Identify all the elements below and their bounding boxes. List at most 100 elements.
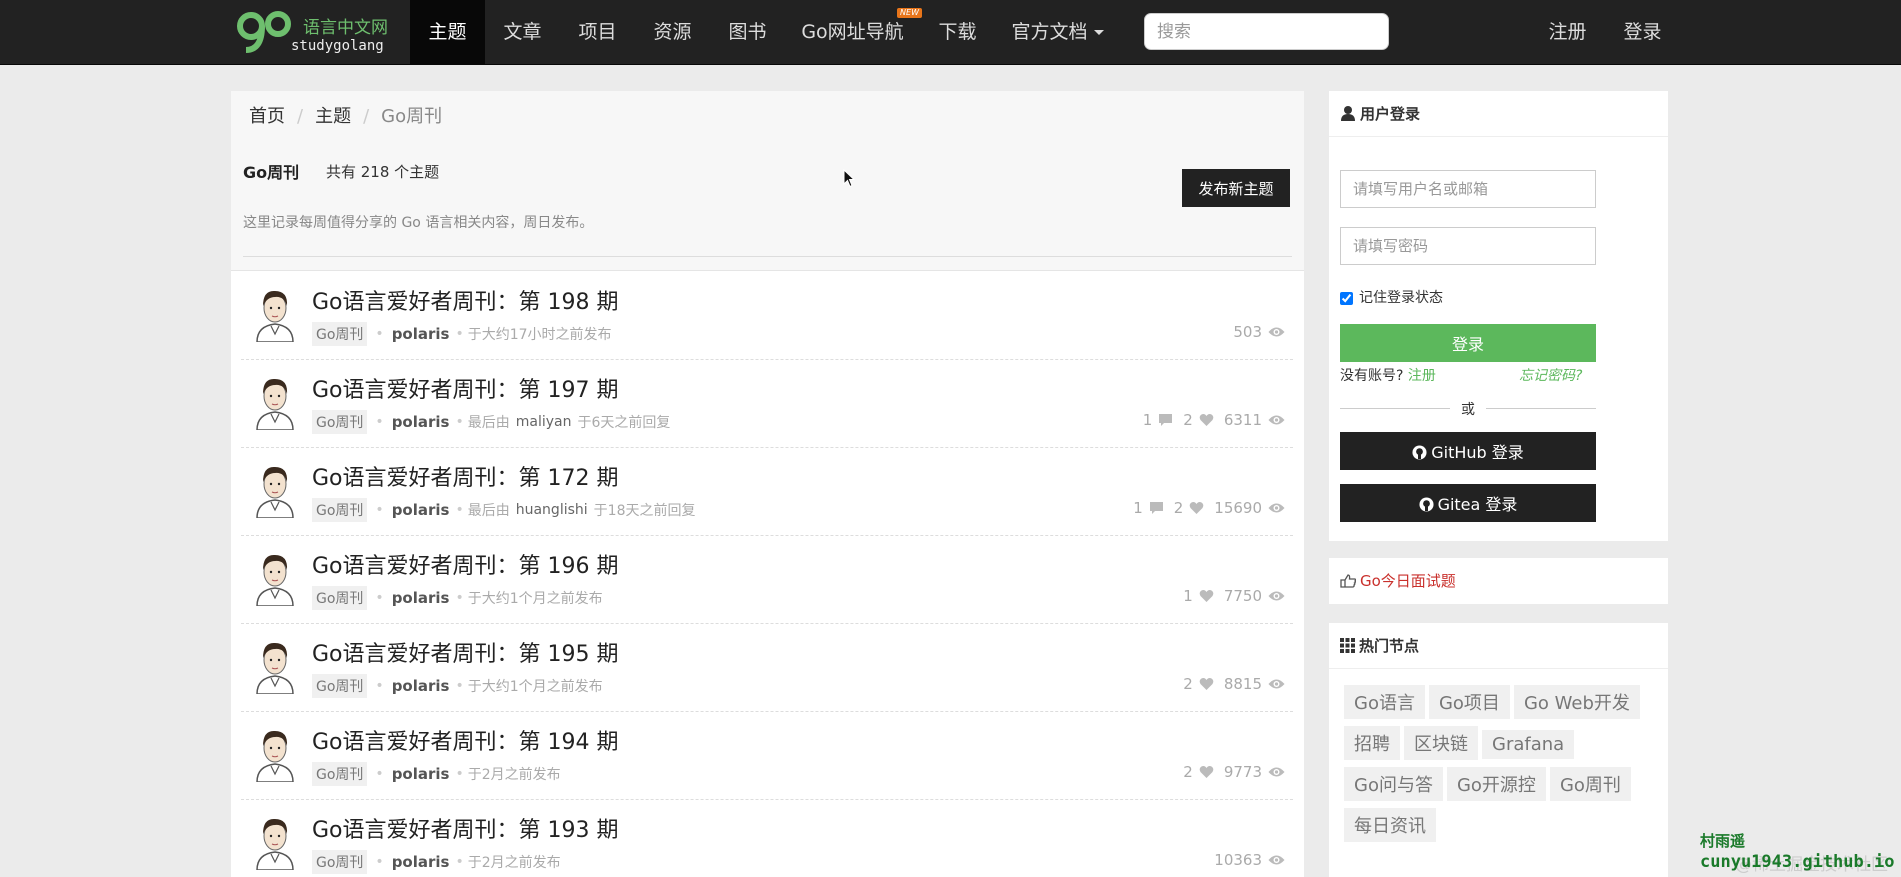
topic-node-tag[interactable]: Go周刊 (312, 410, 368, 434)
topic-title-link[interactable]: Go语言爱好者周刊：第 196 期 (312, 548, 619, 580)
github-login-button[interactable]: GitHub 登录 (1340, 432, 1596, 470)
author-avatar[interactable] (251, 370, 299, 430)
topic-time: 于6天之前回复 (577, 415, 671, 431)
view-count: 8815 (1223, 674, 1262, 693)
like-count: 2 (1183, 410, 1193, 429)
grid-icon (1340, 638, 1355, 653)
topic-row[interactable]: Go语言爱好者周刊：第 197 期 Go周刊 • polaris • 最后由 maliyan… (241, 360, 1293, 448)
hot-node-tag[interactable]: Go周刊 (1549, 767, 1631, 801)
hot-node-tag[interactable]: 每日资讯 (1344, 808, 1436, 842)
topic-meta: Go周刊 • polaris • 于大约1个月之前发布 (312, 674, 603, 698)
eye-icon (1268, 767, 1285, 776)
hot-node-tag[interactable]: Grafana (1482, 730, 1575, 759)
topic-author[interactable]: polaris (392, 501, 450, 519)
nav-item-topics[interactable]: 主题 (410, 0, 485, 64)
topic-node-tag[interactable]: Go周刊 (312, 850, 368, 874)
nav-item-projects[interactable]: 项目 (560, 0, 635, 64)
new-topic-button[interactable]: 发布新主题 (1182, 169, 1290, 207)
nav-item-download[interactable]: 下载 (920, 0, 995, 64)
nav-item-go-nav[interactable]: Go网址导航 NEW (785, 0, 922, 64)
nav-register-link[interactable]: 注册 (1530, 0, 1605, 64)
last-reply-prefix: 最后由 (467, 503, 510, 519)
hot-node-tag[interactable]: Go语言 (1344, 685, 1425, 719)
login-button[interactable]: 登录 (1340, 324, 1596, 362)
hot-node-tag[interactable]: 招聘 (1344, 726, 1400, 760)
topic-row[interactable]: Go语言爱好者周刊：第 195 期 Go周刊 • polaris • 于大约1个月之前发布… (241, 624, 1293, 712)
nav-item-books[interactable]: 图书 (710, 0, 785, 64)
topic-stats: 503 (1233, 322, 1285, 344)
register-link[interactable]: 注册 (1408, 368, 1436, 384)
last-reply-user[interactable]: huanglishi (516, 502, 588, 518)
topic-stats: 2 9773 (1183, 762, 1285, 784)
topic-row[interactable]: Go语言爱好者周刊：第 196 期 Go周刊 • polaris • 于大约1个月之前发布… (241, 536, 1293, 624)
hot-node-tag[interactable]: Go开源控 (1446, 767, 1546, 801)
breadcrumb: 首页 / 主题 / Go周刊 (249, 106, 443, 127)
password-field[interactable] (1340, 227, 1596, 265)
topic-meta: Go周刊 • polaris • 于大约17小时之前发布 (312, 322, 612, 346)
node-topic-count: 共有 218 个主题 (326, 163, 440, 181)
author-avatar[interactable] (251, 458, 299, 518)
last-reply-user[interactable]: maliyan (516, 414, 572, 430)
interview-link[interactable]: Go今日面试题 (1329, 558, 1668, 604)
caret-down-icon (1093, 30, 1104, 35)
github-icon (1419, 497, 1434, 512)
hot-node-tag[interactable]: Go项目 (1428, 685, 1510, 719)
topic-author[interactable]: polaris (392, 853, 450, 871)
topic-title-link[interactable]: Go语言爱好者周刊：第 194 期 (312, 724, 619, 756)
divider (243, 256, 1292, 257)
topic-time: 于大约1个月之前发布 (467, 679, 603, 695)
eye-icon (1268, 591, 1285, 600)
comment-icon (1159, 413, 1173, 426)
author-avatar[interactable] (251, 282, 299, 342)
remember-checkbox[interactable] (1340, 291, 1353, 305)
login-box: 用户登录 记住登录状态 登录 没有账号? 注册 忘记密码? 或 GitHub 登… (1329, 91, 1668, 541)
search-input[interactable] (1144, 13, 1389, 50)
author-avatar[interactable] (251, 634, 299, 694)
view-count: 10363 (1214, 850, 1262, 869)
breadcrumb-topics[interactable]: 主题 (315, 106, 351, 127)
username-field[interactable] (1340, 170, 1596, 208)
topic-stats: 10363 (1214, 850, 1285, 872)
nav-item-resources[interactable]: 资源 (635, 0, 710, 64)
topic-node-tag[interactable]: Go周刊 (312, 498, 368, 522)
hot-node-tag[interactable]: Go问与答 (1344, 767, 1443, 801)
hot-nodes-header: 热门节点 (1329, 623, 1668, 669)
comment-count: 1 (1133, 498, 1143, 517)
nav-item-official-docs-label: 官方文档 (1011, 21, 1088, 43)
forgot-password-link[interactable]: 忘记密码? (1519, 365, 1582, 385)
hot-node-tag[interactable]: 区块链 (1404, 726, 1478, 760)
topic-title-link[interactable]: Go语言爱好者周刊：第 193 期 (312, 812, 619, 844)
topic-title-link[interactable]: Go语言爱好者周刊：第 172 期 (312, 460, 619, 492)
eye-icon (1268, 503, 1285, 512)
remember-me[interactable]: 记住登录状态 (1340, 287, 1443, 307)
author-avatar[interactable] (251, 722, 299, 782)
topic-author[interactable]: polaris (392, 589, 450, 607)
hot-node-tag[interactable]: Go Web开发 (1513, 685, 1640, 719)
topic-time: 于18天之前回复 (593, 503, 696, 519)
topic-node-tag[interactable]: Go周刊 (312, 762, 368, 786)
topic-title-link[interactable]: Go语言爱好者周刊：第 197 期 (312, 372, 619, 404)
nav-item-official-docs[interactable]: 官方文档 (995, 0, 1120, 64)
heart-icon (1199, 413, 1214, 426)
interview-box: Go今日面试题 (1329, 558, 1668, 604)
site-logo[interactable]: 语言中文网 studygolang (236, 6, 396, 60)
topic-node-tag[interactable]: Go周刊 (312, 586, 368, 610)
topic-row[interactable]: Go语言爱好者周刊：第 194 期 Go周刊 • polaris • 于2月之前发布 2 97… (241, 712, 1293, 800)
nav-login-link[interactable]: 登录 (1605, 0, 1680, 64)
topic-node-tag[interactable]: Go周刊 (312, 674, 368, 698)
breadcrumb-home[interactable]: 首页 (249, 106, 285, 127)
nav-item-articles[interactable]: 文章 (485, 0, 560, 64)
topic-author[interactable]: polaris (392, 677, 450, 695)
topic-author[interactable]: polaris (392, 413, 450, 431)
topic-title-link[interactable]: Go语言爱好者周刊：第 198 期 (312, 284, 619, 316)
topic-row[interactable]: Go语言爱好者周刊：第 193 期 Go周刊 • polaris • 于2月之前发布 103… (241, 800, 1293, 877)
topic-node-tag[interactable]: Go周刊 (312, 322, 368, 346)
topic-title-link[interactable]: Go语言爱好者周刊：第 195 期 (312, 636, 619, 668)
topic-author[interactable]: polaris (392, 325, 450, 343)
topic-row[interactable]: Go语言爱好者周刊：第 172 期 Go周刊 • polaris • 最后由 huangli… (241, 448, 1293, 536)
author-avatar[interactable] (251, 546, 299, 606)
topic-author[interactable]: polaris (392, 765, 450, 783)
gitea-login-button[interactable]: Gitea 登录 (1340, 484, 1596, 522)
author-avatar[interactable] (251, 810, 299, 870)
topic-row[interactable]: Go语言爱好者周刊：第 198 期 Go周刊 • polaris • 于大约17小时之前发… (241, 272, 1293, 360)
